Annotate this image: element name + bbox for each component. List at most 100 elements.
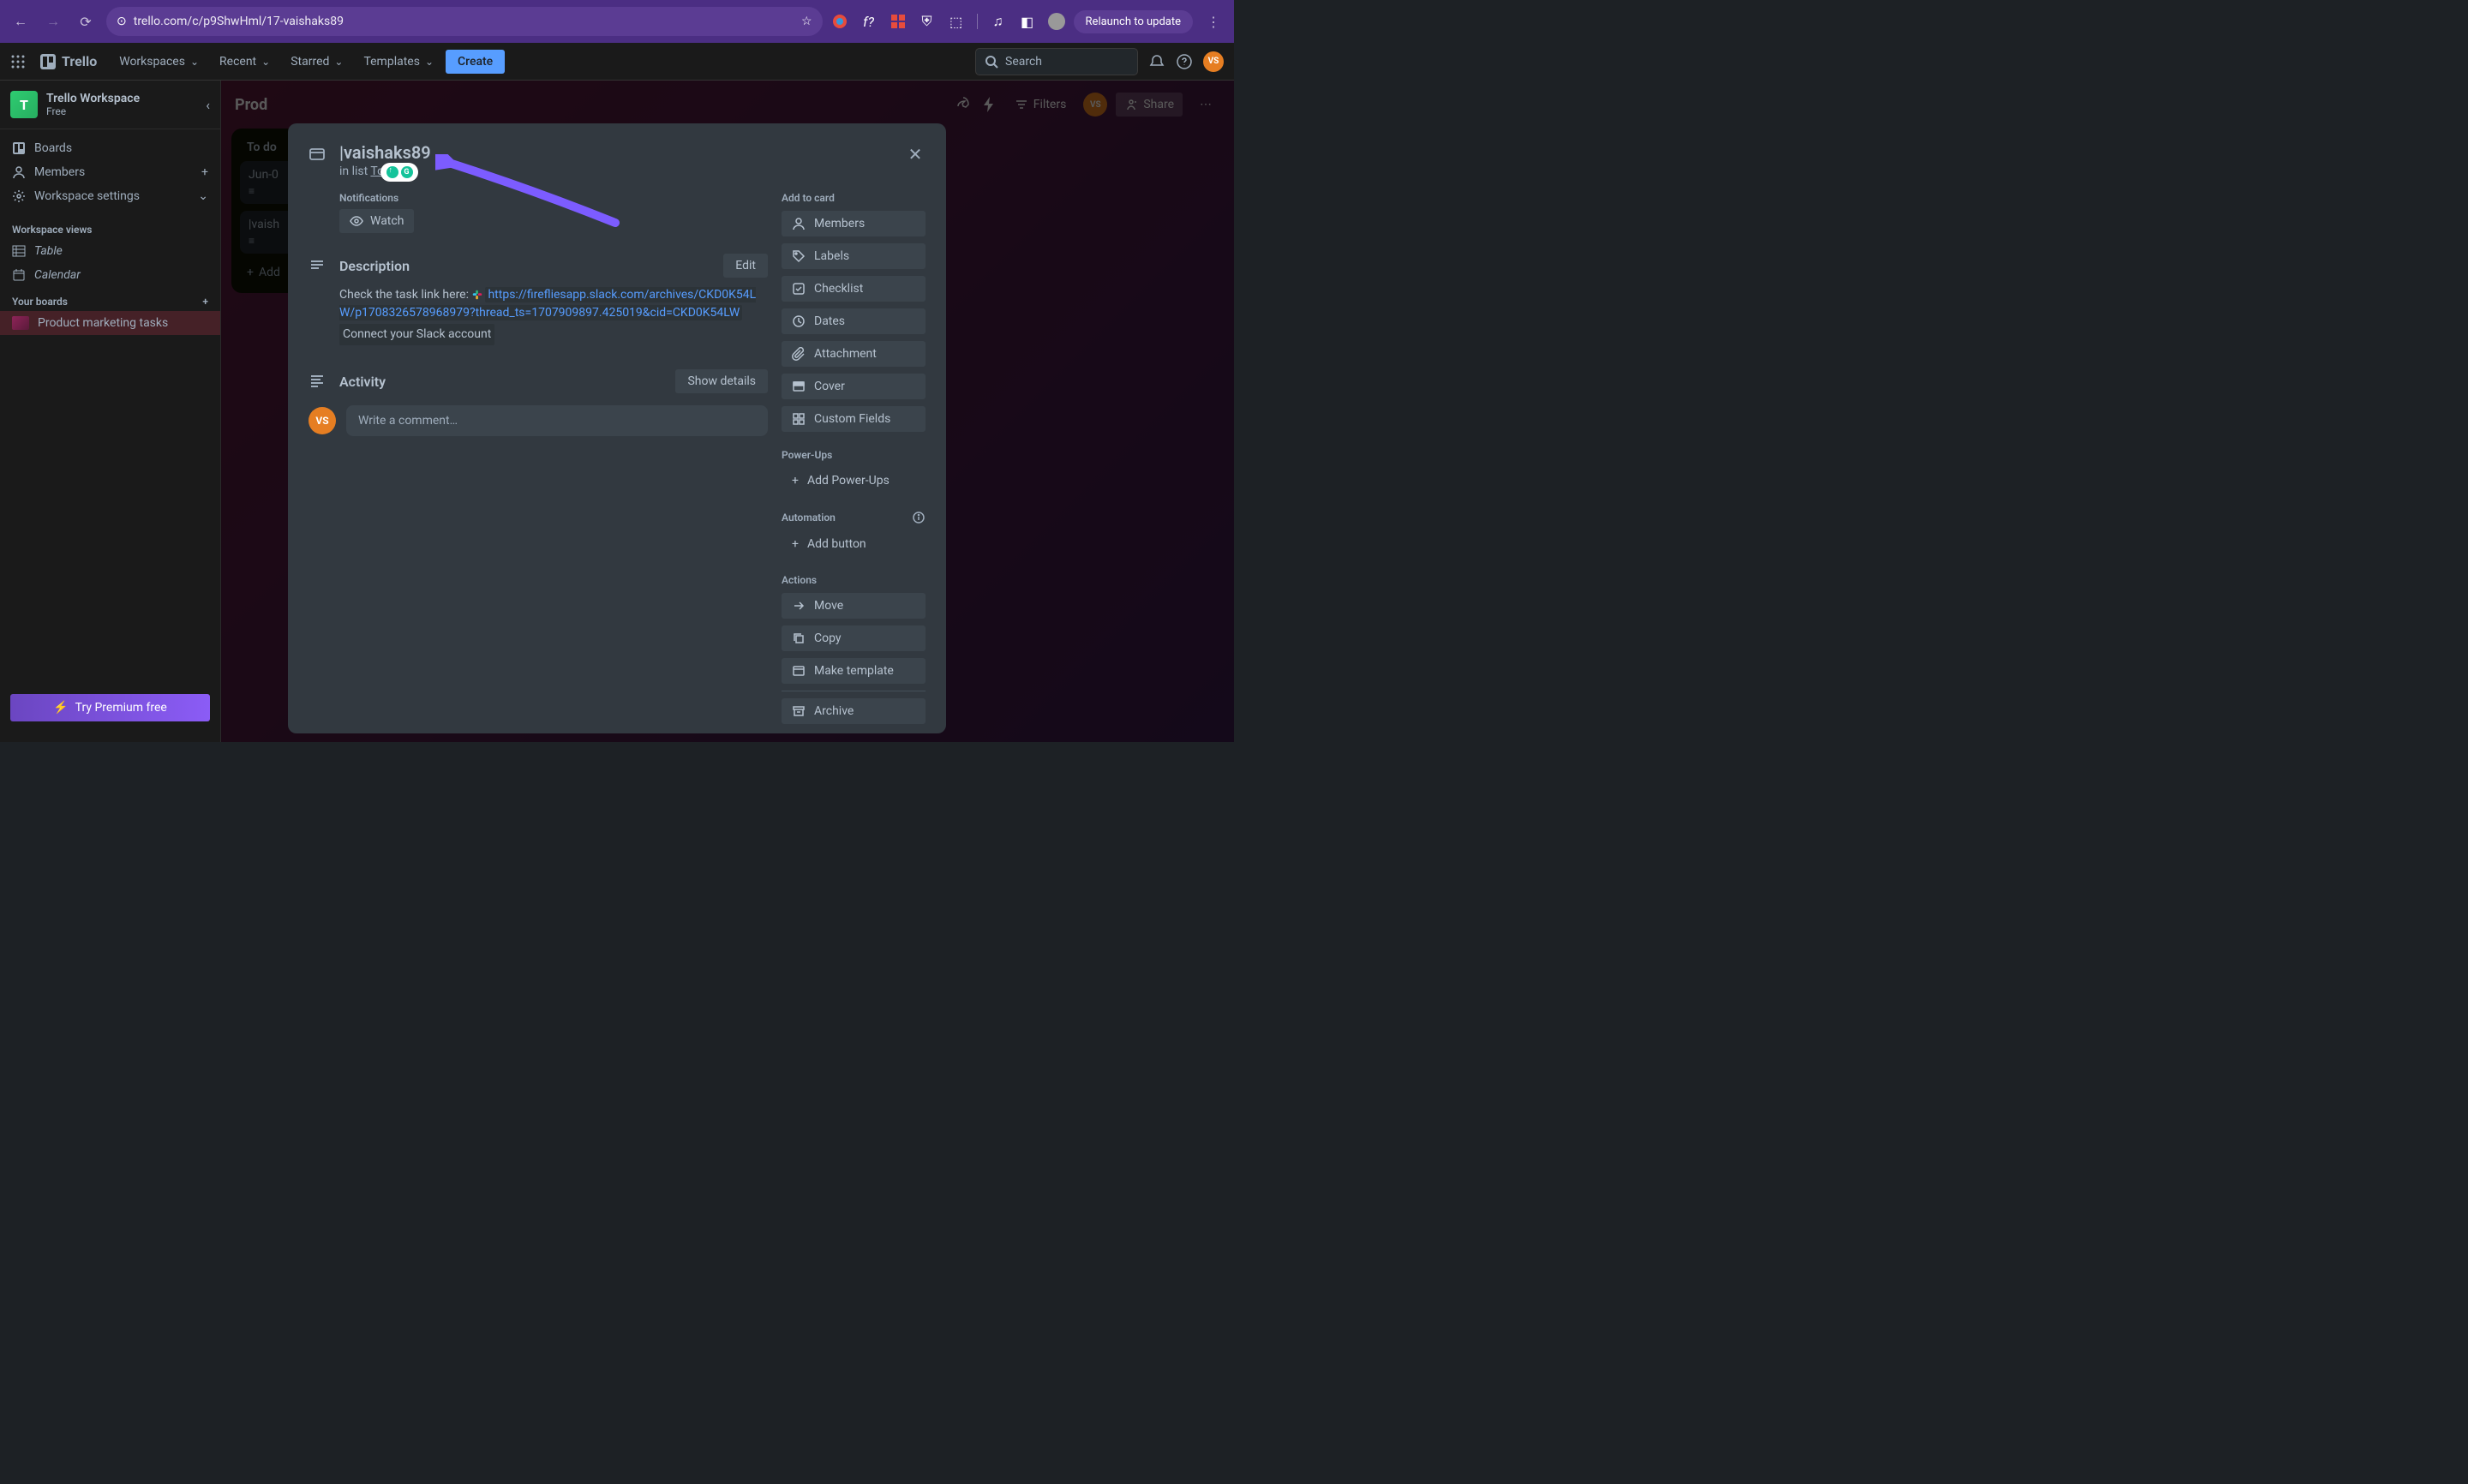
info-icon[interactable] bbox=[912, 511, 926, 524]
copy-icon bbox=[792, 631, 806, 645]
extension-icon-3[interactable] bbox=[890, 13, 907, 30]
sidebar-item-settings[interactable]: Workspace settings ⌄ bbox=[0, 184, 220, 208]
workspaces-menu[interactable]: Workspaces bbox=[111, 50, 207, 74]
checklist-button[interactable]: Checklist bbox=[782, 276, 926, 302]
url-text: trello.com/c/p9ShwHml/17-vaishaks89 bbox=[134, 15, 344, 28]
add-board-icon[interactable]: + bbox=[202, 296, 208, 308]
edit-description-button[interactable]: Edit bbox=[723, 254, 768, 278]
add-member-icon[interactable]: + bbox=[201, 165, 208, 179]
checklist-icon bbox=[792, 282, 806, 296]
comment-input[interactable]: Write a comment… bbox=[346, 405, 768, 436]
automation-heading: Automation bbox=[782, 512, 836, 524]
search-input[interactable]: Search bbox=[975, 48, 1138, 75]
add-to-card-heading: Add to card bbox=[782, 192, 926, 204]
chevron-down-icon: ⌄ bbox=[198, 189, 208, 203]
help-icon[interactable] bbox=[1176, 53, 1193, 70]
sidebar-item-table[interactable]: Table bbox=[0, 239, 220, 263]
board-thumbnail-icon bbox=[12, 316, 29, 330]
sidebar-board-product-marketing[interactable]: Product marketing tasks bbox=[0, 311, 220, 335]
table-icon bbox=[12, 244, 26, 258]
back-button[interactable]: ← bbox=[9, 9, 33, 33]
shield-icon[interactable]: ⛨ bbox=[919, 13, 936, 30]
forward-button[interactable]: → bbox=[41, 9, 65, 33]
grammarly-suggestion-icon bbox=[386, 166, 398, 178]
clock-icon bbox=[792, 314, 806, 328]
reload-button[interactable]: ⟳ bbox=[74, 9, 98, 33]
description-content[interactable]: Check the task link here: https://firefl… bbox=[308, 286, 768, 345]
extensions-icon[interactable]: ⬚ bbox=[948, 13, 965, 30]
try-premium-button[interactable]: ⚡ Try Premium free bbox=[10, 694, 210, 721]
grammarly-logo-icon: G bbox=[401, 166, 413, 178]
actions-heading: Actions bbox=[782, 574, 926, 586]
sidebar-item-members[interactable]: Members + bbox=[0, 160, 220, 184]
relaunch-button[interactable]: Relaunch to update bbox=[1074, 10, 1193, 33]
workspace-header: T Trello Workspace Free ‹ bbox=[0, 91, 220, 129]
comment-avatar: VS bbox=[308, 407, 336, 434]
labels-button[interactable]: Labels bbox=[782, 243, 926, 269]
watch-button[interactable]: Watch bbox=[339, 209, 414, 233]
plus-icon: + bbox=[792, 474, 799, 488]
cover-button[interactable]: Cover bbox=[782, 374, 926, 399]
workspace-views-title: Workspace views bbox=[0, 215, 220, 239]
dates-button[interactable]: Dates bbox=[782, 308, 926, 334]
board-icon bbox=[12, 141, 26, 155]
profile-avatar-icon[interactable] bbox=[1048, 13, 1065, 30]
add-powerups-button[interactable]: +Add Power-Ups bbox=[782, 468, 926, 494]
workspace-name: Trello Workspace bbox=[46, 92, 140, 105]
archive-button[interactable]: Archive bbox=[782, 698, 926, 724]
card-modal: |vaishaks89 in list To do ✕ G Notificati… bbox=[288, 123, 946, 733]
user-icon bbox=[792, 217, 806, 230]
extension-icon-1[interactable] bbox=[831, 13, 848, 30]
sidepanel-icon[interactable]: ◧ bbox=[1019, 13, 1036, 30]
notifications-label: Notifications bbox=[339, 192, 768, 204]
activity-heading: Activity bbox=[339, 374, 662, 390]
card-list-location: in list To do bbox=[339, 165, 926, 178]
arrow-right-icon bbox=[792, 599, 806, 613]
calendar-icon bbox=[12, 268, 26, 282]
move-button[interactable]: Move bbox=[782, 593, 926, 619]
add-automation-button[interactable]: +Add button bbox=[782, 531, 926, 557]
activity-icon bbox=[308, 373, 326, 390]
members-button[interactable]: Members bbox=[782, 211, 926, 236]
connect-slack-button[interactable]: Connect your Slack account bbox=[339, 324, 494, 345]
notifications-icon[interactable] bbox=[1148, 53, 1165, 70]
eye-icon bbox=[350, 214, 363, 228]
cover-icon bbox=[792, 380, 806, 393]
create-button[interactable]: Create bbox=[446, 50, 505, 74]
tag-icon bbox=[792, 249, 806, 263]
description-heading: Description bbox=[339, 258, 710, 274]
sidebar-item-calendar[interactable]: Calendar bbox=[0, 263, 220, 287]
make-template-button[interactable]: Make template bbox=[782, 658, 926, 684]
site-info-icon[interactable]: ⊙ bbox=[117, 15, 127, 28]
powerups-heading: Power-Ups bbox=[782, 449, 926, 461]
apps-grid-icon[interactable] bbox=[10, 54, 26, 69]
copy-button[interactable]: Copy bbox=[782, 625, 926, 651]
starred-menu[interactable]: Starred bbox=[282, 50, 351, 74]
show-details-button[interactable]: Show details bbox=[675, 369, 768, 393]
your-boards-title: Your boards + bbox=[0, 287, 220, 311]
trello-logo[interactable]: Trello bbox=[39, 53, 97, 70]
archive-icon bbox=[792, 704, 806, 718]
grammarly-widget[interactable]: G bbox=[380, 163, 418, 182]
card-title[interactable]: |vaishaks89 bbox=[339, 142, 926, 163]
user-avatar[interactable]: VS bbox=[1203, 51, 1224, 72]
fields-icon bbox=[792, 412, 806, 426]
collapse-sidebar-icon[interactable]: ‹ bbox=[206, 97, 210, 113]
star-icon[interactable]: ☆ bbox=[801, 15, 812, 28]
url-bar[interactable]: ⊙ trello.com/c/p9ShwHml/17-vaishaks89 ☆ bbox=[106, 7, 823, 36]
paperclip-icon bbox=[792, 347, 806, 361]
premium-icon: ⚡ bbox=[53, 701, 68, 715]
browser-menu-icon[interactable]: ⋮ bbox=[1201, 9, 1225, 33]
playlist-icon[interactable]: ♫ bbox=[990, 13, 1007, 30]
card-icon bbox=[308, 146, 326, 163]
close-modal-button[interactable]: ✕ bbox=[902, 141, 929, 168]
search-icon bbox=[985, 55, 998, 69]
workspace-plan: Free bbox=[46, 105, 140, 117]
templates-menu[interactable]: Templates bbox=[355, 50, 442, 74]
sidebar-item-boards[interactable]: Boards bbox=[0, 136, 220, 160]
user-icon bbox=[12, 165, 26, 179]
custom-fields-button[interactable]: Custom Fields bbox=[782, 406, 926, 432]
attachment-button[interactable]: Attachment bbox=[782, 341, 926, 367]
extension-icon-2[interactable]: f? bbox=[860, 13, 878, 30]
recent-menu[interactable]: Recent bbox=[211, 50, 279, 74]
